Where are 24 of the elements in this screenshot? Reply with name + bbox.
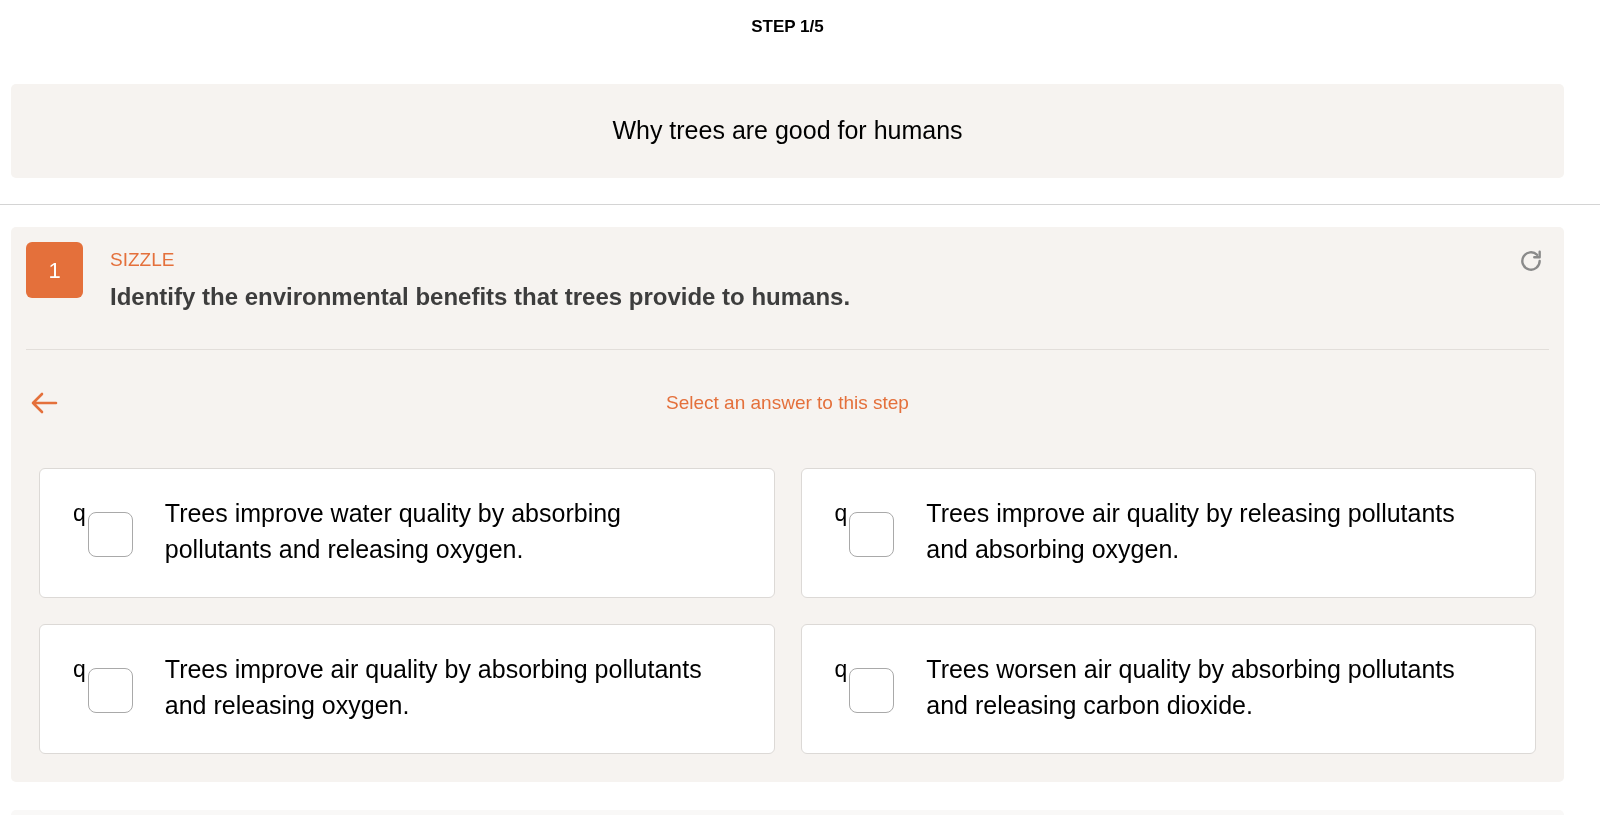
step-category: SIZZLE bbox=[110, 249, 176, 271]
step-progress-label: STEP 1/5 bbox=[751, 16, 824, 39]
option-marker: q bbox=[834, 499, 848, 528]
back-arrow-icon[interactable] bbox=[30, 391, 58, 415]
option-checkbox[interactable] bbox=[87, 512, 133, 557]
answer-option[interactable]: q Trees worsen air quality by absorbing pollutants and releasing carbon dioxide. bbox=[800, 624, 1536, 754]
option-marker: q bbox=[73, 499, 86, 528]
option-marker: q bbox=[834, 655, 848, 684]
step-question: Identify the environmental benefits that trees provide to humans. bbox=[110, 282, 851, 312]
option-text: Trees improve air quality by releasing pollutants and absorbing oxygen. bbox=[926, 498, 1456, 565]
option-text: Trees worsen air quality by absorbing pollutants and releasing carbon dioxide. bbox=[926, 654, 1456, 721]
option-checkbox[interactable] bbox=[87, 668, 133, 713]
option-marker: q bbox=[73, 655, 86, 684]
answer-option[interactable]: q Trees improve water quality by absorbing pollutants and releasing oxygen. bbox=[39, 468, 775, 598]
step-instruction: Select an answer to this step bbox=[666, 390, 909, 415]
answer-option[interactable]: q Trees improve air quality by absorbing pollutants and releasing oxygen. bbox=[39, 624, 775, 754]
topic-title: Why trees are good for humans bbox=[612, 115, 963, 147]
option-text: Trees improve air quality by absorbing pollutants and releasing oxygen. bbox=[164, 654, 703, 721]
option-checkbox[interactable] bbox=[849, 668, 895, 713]
step-number-badge: 1 bbox=[26, 242, 83, 298]
refresh-icon[interactable] bbox=[1518, 248, 1544, 274]
answer-option[interactable]: q Trees improve air quality by releasing pollutants and absorbing oxygen. bbox=[800, 468, 1536, 598]
option-checkbox[interactable] bbox=[849, 512, 895, 557]
option-text: Trees improve water quality by absorbing pollutants and releasing oxygen. bbox=[164, 498, 623, 565]
